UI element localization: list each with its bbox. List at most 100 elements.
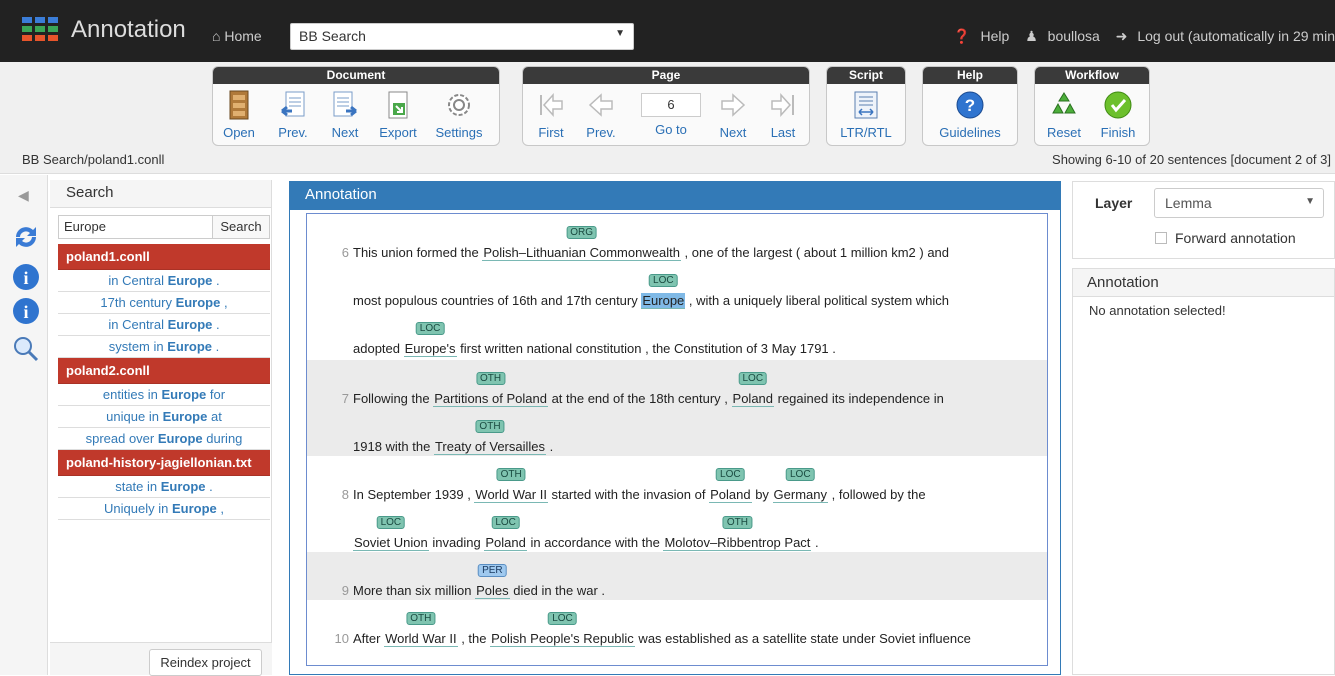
search-input[interactable]: Europe	[58, 215, 213, 239]
search-result-item[interactable]: 17th century Europe ,	[58, 292, 270, 314]
token-text[interactable]: In September 1939 ,	[353, 487, 474, 502]
token-text[interactable]: More than six million	[353, 583, 475, 598]
search-result-item[interactable]: Uniquely in Europe ,	[58, 498, 270, 520]
forward-annotation-toggle[interactable]: Forward annotation	[1155, 230, 1296, 246]
token-text[interactable]: by	[752, 487, 773, 502]
token-text[interactable]: 1918 with the	[353, 439, 434, 454]
prev-document-button[interactable]: Prev.	[273, 89, 313, 140]
entity-text[interactable]: Soviet Union	[353, 535, 429, 551]
entity-text[interactable]: Poland	[484, 535, 527, 551]
entity-span[interactable]: OTH World War II	[474, 468, 548, 503]
token-text[interactable]: , one of the largest ( about 1 million k…	[681, 245, 949, 260]
token-text[interactable]: invading	[429, 535, 485, 550]
token-text[interactable]: most populous countries of 16th and 17th…	[353, 293, 641, 308]
search-button[interactable]: Search	[212, 215, 270, 239]
entity-text[interactable]: World War II	[384, 631, 458, 647]
search-result-item[interactable]: system in Europe .	[58, 336, 270, 358]
token-text[interactable]: .	[546, 439, 554, 454]
entity-label[interactable]: LOC	[548, 612, 577, 625]
entity-span[interactable]: OTH Partitions of Poland	[433, 372, 548, 407]
search-result-item[interactable]: spread over Europe during	[58, 428, 270, 450]
next-document-button[interactable]: Next	[325, 89, 365, 140]
token-text[interactable]: This union formed the	[353, 245, 482, 260]
export-button[interactable]: Export	[373, 89, 423, 140]
entity-text[interactable]: Poland	[709, 487, 752, 503]
entity-span[interactable]: OTH Treaty of Versailles	[433, 420, 547, 455]
guidelines-button[interactable]: ? Guidelines	[927, 89, 1013, 140]
entity-span[interactable]: ORG Polish–Lithuanian Commonwealth	[482, 226, 681, 261]
prev-page-button[interactable]: Prev.	[579, 89, 623, 140]
search-result-file[interactable]: poland2.conll	[58, 358, 270, 384]
search-result-file[interactable]: poland1.conll	[58, 244, 270, 270]
forward-annotation-checkbox[interactable]	[1155, 232, 1167, 244]
entity-label[interactable]: LOC	[649, 274, 678, 287]
entity-span[interactable]: OTH World War II	[384, 612, 458, 647]
entity-text[interactable]: Poles	[475, 583, 510, 599]
entity-label[interactable]: LOC	[491, 516, 520, 529]
layer-select[interactable]: Lemma ▼	[1154, 188, 1324, 218]
entity-span[interactable]: LOC Poland	[731, 372, 775, 407]
entity-text[interactable]: Polish–Lithuanian Commonwealth	[482, 245, 681, 261]
token-text[interactable]: adopted	[353, 341, 404, 356]
next-page-button[interactable]: Next	[711, 89, 755, 140]
token-text[interactable]: in accordance with the	[527, 535, 664, 550]
info-icon[interactable]: i	[12, 297, 40, 325]
entity-span[interactable]: LOC Poland	[484, 516, 527, 551]
ltr-rtl-button[interactable]: LTR/RTL	[833, 89, 899, 140]
open-button[interactable]: Open	[219, 89, 259, 140]
reindex-button[interactable]: Reindex project	[149, 649, 262, 676]
search-result-file[interactable]: poland-history-jagiellonian.txt	[58, 450, 270, 476]
token-text[interactable]: at the end of the 18th century ,	[548, 391, 732, 406]
entity-text[interactable]: Polish People's Republic	[490, 631, 635, 647]
token-text[interactable]: , followed by the	[828, 487, 926, 502]
entity-label[interactable]: ORG	[566, 226, 598, 239]
goto-page-button[interactable]: Go to	[655, 122, 687, 137]
search-result-item[interactable]: state in Europe .	[58, 476, 270, 498]
token-text[interactable]: After	[353, 631, 384, 646]
entity-label[interactable]: OTH	[496, 468, 526, 481]
entity-label[interactable]: LOC	[716, 468, 745, 481]
entity-span[interactable]: LOC Europe's	[403, 322, 457, 357]
search-result-item[interactable]: entities in Europe for	[58, 384, 270, 406]
token-text[interactable]: .	[811, 535, 819, 550]
sync-icon[interactable]	[12, 223, 40, 251]
token-text[interactable]: was established as a satellite state und…	[635, 631, 970, 646]
entity-label[interactable]: LOC	[786, 468, 815, 481]
finish-button[interactable]: Finish	[1095, 89, 1141, 140]
annotation-editor[interactable]: 6 This union formed the ORG Polish–Lithuan…	[306, 213, 1048, 666]
token-text[interactable]: , the	[458, 631, 491, 646]
token-text[interactable]: first written national constitution , th…	[457, 341, 836, 356]
entity-text[interactable]: Treaty of Versailles	[433, 439, 547, 455]
token-text[interactable]: , with a uniquely liberal political syst…	[685, 293, 949, 308]
entity-span[interactable]: LOC Poland	[709, 468, 752, 503]
entity-text[interactable]: Poland	[731, 391, 775, 407]
last-page-button[interactable]: Last	[761, 89, 805, 140]
settings-button[interactable]: Settings	[427, 89, 491, 140]
first-page-button[interactable]: First	[529, 89, 573, 140]
entity-label[interactable]: OTH	[476, 372, 506, 385]
entity-label[interactable]: LOC	[415, 322, 445, 335]
user-link[interactable]: ♟ boullosa	[1019, 28, 1100, 44]
search-result-item[interactable]: unique in Europe at	[58, 406, 270, 428]
help-link[interactable]: ❓ Help	[947, 28, 1009, 44]
entity-text[interactable]: World War II	[474, 487, 548, 503]
entity-text[interactable]: Europe's	[403, 341, 457, 357]
entity-label[interactable]: PER	[478, 564, 507, 577]
entity-span[interactable]: OTH Molotov–Ribbentrop Pact	[663, 516, 812, 551]
info-icon[interactable]: i	[12, 263, 40, 291]
token-text[interactable]: Following the	[353, 391, 433, 406]
project-select[interactable]: BB Search ▼	[290, 23, 634, 50]
entity-label[interactable]: LOC	[376, 516, 406, 529]
search-icon[interactable]	[12, 335, 40, 363]
entity-span[interactable]: LOC Polish People's Republic	[490, 612, 635, 647]
collapse-icon[interactable]: ◀	[18, 187, 32, 203]
logout-link[interactable]: ➜ Log out (automatically in 29 min	[1110, 28, 1335, 44]
token-text[interactable]: regained its independence in	[774, 391, 944, 406]
search-result-item[interactable]: in Central Europe .	[58, 270, 270, 292]
entity-label[interactable]: OTH	[475, 420, 505, 433]
home-link[interactable]: ⌂ Home	[212, 28, 262, 44]
entity-span[interactable]: LOC Germany	[772, 468, 829, 503]
entity-text[interactable]: Germany	[772, 487, 829, 503]
reset-button[interactable]: Reset	[1041, 89, 1087, 140]
entity-span[interactable]: LOC Soviet Union	[353, 516, 429, 551]
